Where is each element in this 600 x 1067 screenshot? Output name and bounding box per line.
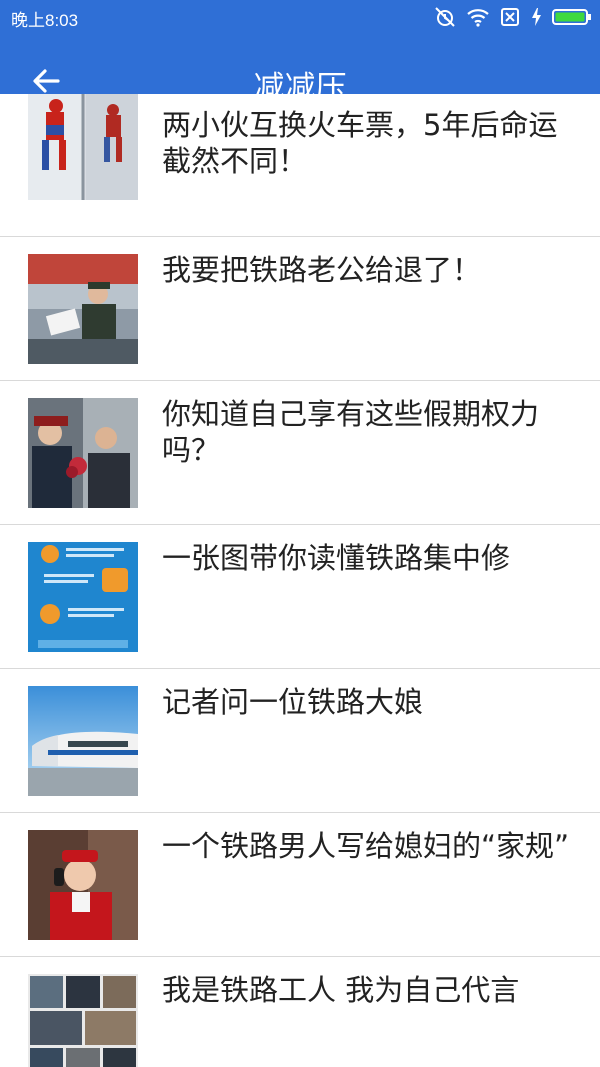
status-time: 晚上8:03 xyxy=(11,11,79,30)
list-item[interactable]: 一个铁路男人写给媳妇的“家规” xyxy=(0,813,600,957)
sim-off-icon xyxy=(500,7,520,27)
list-item[interactable]: 记者问一位铁路大娘 xyxy=(0,669,600,813)
article-title: 一张图带你读懂铁路集中修 xyxy=(162,541,511,575)
article-list[interactable]: 两小伙互换火车票，5年后命运截然不同！ 我要把铁路老公给退了！ 你知道自己享有这… xyxy=(0,94,600,1067)
article-title: 你知道自己享有这些假期权力吗？ xyxy=(162,397,540,467)
list-item[interactable]: 一张图带你读懂铁路集中修 xyxy=(0,525,600,669)
article-thumbnail xyxy=(28,830,138,940)
list-item[interactable]: 你知道自己享有这些假期权力吗？ xyxy=(0,381,600,525)
article-title: 记者问一位铁路大娘 xyxy=(162,685,424,719)
status-icons xyxy=(434,6,592,28)
battery-icon xyxy=(552,7,592,27)
alarm-off-icon xyxy=(434,6,456,28)
article-thumbnail xyxy=(28,254,138,364)
article-thumbnail xyxy=(28,686,138,796)
article-title: 两小伙互换火车票，5年后命运截然不同！ xyxy=(162,108,558,178)
article-thumbnail xyxy=(28,974,138,1067)
article-thumbnail xyxy=(28,542,138,652)
status-bar: 晚上8:03 xyxy=(0,0,600,33)
wifi-icon xyxy=(466,7,490,27)
article-thumbnail xyxy=(28,398,138,508)
article-title: 我是铁路工人 我为自己代言 xyxy=(162,973,520,1007)
article-title: 一个铁路男人写给媳妇的“家规” xyxy=(162,829,570,863)
article-title: 我要把铁路老公给退了！ xyxy=(162,253,482,287)
charging-icon xyxy=(530,7,542,27)
list-item[interactable]: 我是铁路工人 我为自己代言 xyxy=(0,957,600,1067)
list-item[interactable]: 两小伙互换火车票，5年后命运截然不同！ xyxy=(0,94,600,237)
list-item[interactable]: 我要把铁路老公给退了！ xyxy=(0,237,600,381)
article-thumbnail xyxy=(28,94,138,200)
